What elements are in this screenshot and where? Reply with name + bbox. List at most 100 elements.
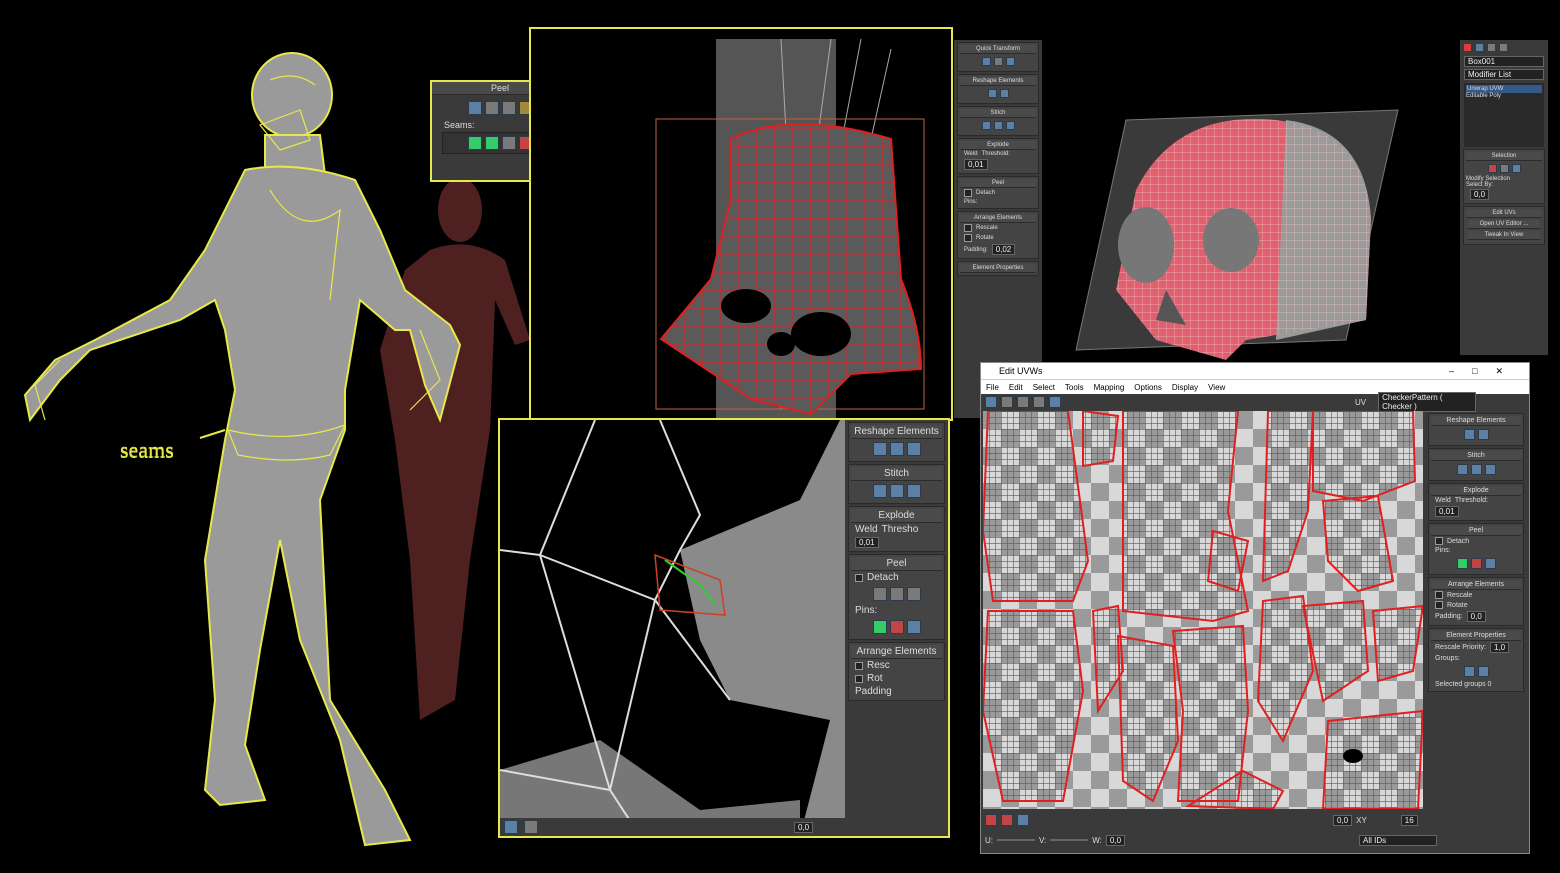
zoom-relax-icon[interactable] bbox=[889, 442, 904, 456]
point-seams-icon[interactable] bbox=[484, 136, 499, 150]
modify-icon[interactable] bbox=[1475, 43, 1484, 52]
zoom-tool-icon[interactable] bbox=[504, 820, 518, 834]
open-uv-editor-button[interactable]: Open UV Editor ... bbox=[1468, 220, 1540, 229]
menu-tools[interactable]: Tools bbox=[1065, 383, 1084, 392]
skull-model bbox=[1075, 109, 1399, 360]
stack-item-unwrap[interactable]: Unwrap UVW bbox=[1466, 85, 1542, 93]
edit-seams-icon[interactable] bbox=[467, 136, 482, 150]
uvw-stitch2-icon[interactable] bbox=[1470, 464, 1482, 475]
uvw-straighten-icon[interactable] bbox=[1463, 429, 1475, 440]
modifier-list-dropdown[interactable]: Modifier List bbox=[1464, 69, 1544, 80]
flip-icon[interactable] bbox=[993, 57, 1003, 66]
motion-icon[interactable] bbox=[1499, 43, 1508, 52]
uvw-u-label: U: bbox=[985, 835, 993, 845]
menu-view[interactable]: View bbox=[1208, 383, 1225, 392]
object-name-field[interactable]: Box001 bbox=[1464, 56, 1544, 67]
menu-select[interactable]: Select bbox=[1033, 383, 1055, 392]
rotate-tool-icon[interactable] bbox=[1001, 396, 1013, 408]
uvw-select-edge-icon[interactable] bbox=[1001, 814, 1013, 826]
window-controls[interactable]: –□✕ bbox=[1449, 366, 1521, 377]
vertex-select-icon[interactable] bbox=[1487, 164, 1497, 173]
mirror-tool-icon[interactable] bbox=[1049, 396, 1061, 408]
zoom-auto-pin-icon[interactable] bbox=[906, 620, 921, 634]
hierarchy-icon[interactable] bbox=[1487, 43, 1496, 52]
zoom-lscm-icon[interactable] bbox=[889, 587, 904, 601]
move-tool-icon[interactable] bbox=[985, 396, 997, 408]
peel-lscm-icon[interactable] bbox=[484, 101, 499, 115]
uvw-v-field[interactable] bbox=[1050, 839, 1089, 841]
checker-dropdown[interactable]: CheckerPattern ( Checker ) bbox=[1378, 392, 1477, 412]
uv-viewport-top[interactable] bbox=[529, 27, 953, 421]
stitch-avg-icon[interactable] bbox=[1005, 121, 1015, 130]
uvw-stitch1-icon[interactable] bbox=[1456, 464, 1468, 475]
edge-select-icon[interactable] bbox=[1499, 164, 1509, 173]
uvw-xy-label[interactable]: XY bbox=[1356, 816, 1367, 825]
uvw-select-vertex-icon[interactable] bbox=[985, 814, 997, 826]
uvw-rescale-checkbox[interactable] bbox=[1435, 591, 1443, 599]
zoom-pin-icon[interactable] bbox=[872, 620, 887, 634]
zoomed-viewport[interactable]: Reshape Elements Stitch Explode Weld Thre… bbox=[498, 418, 950, 838]
zoom-threshold-field[interactable]: 0,01 bbox=[855, 537, 879, 548]
uvw-detach-checkbox[interactable] bbox=[1435, 537, 1443, 545]
create-icon[interactable] bbox=[1463, 43, 1472, 52]
stitch-target-icon[interactable] bbox=[993, 121, 1003, 130]
uvw-val1-field[interactable]: 0,0 bbox=[1333, 814, 1353, 826]
zoom-unpin-icon[interactable] bbox=[889, 620, 904, 634]
uvw-unpin-icon[interactable] bbox=[1470, 558, 1482, 569]
align-icon[interactable] bbox=[981, 57, 991, 66]
uv-editor-canvas[interactable] bbox=[983, 411, 1423, 809]
select-by-field[interactable]: 0,0 bbox=[1470, 189, 1490, 200]
uvw-group-icon[interactable] bbox=[1463, 666, 1475, 677]
straighten-icon[interactable] bbox=[987, 89, 997, 98]
uvw-w-field[interactable]: 0,0 bbox=[1105, 834, 1126, 846]
convert-edge-icon[interactable] bbox=[501, 136, 516, 150]
peel-reset-icon[interactable] bbox=[501, 101, 516, 115]
uvw-autopin-icon[interactable] bbox=[1484, 558, 1496, 569]
threshold-field[interactable]: 0,01 bbox=[964, 159, 988, 170]
zoom-reset-peel-icon[interactable] bbox=[906, 587, 921, 601]
uvw-detach-label: Detach bbox=[1447, 537, 1470, 545]
zoom-value-field[interactable]: 0,0 bbox=[794, 821, 814, 833]
uvw-stitch3-icon[interactable] bbox=[1484, 464, 1496, 475]
stitch-source-icon[interactable] bbox=[981, 121, 991, 130]
uvw-select-face-icon[interactable] bbox=[1017, 814, 1029, 826]
uvw-rescale-priority-field[interactable]: 1,0 bbox=[1489, 642, 1510, 653]
zoom-rotate-checkbox[interactable] bbox=[855, 674, 863, 683]
padding-field[interactable]: 0,02 bbox=[991, 244, 1016, 255]
scale-tool-icon[interactable] bbox=[1017, 396, 1029, 408]
uvw-rotate-checkbox[interactable] bbox=[1435, 601, 1443, 609]
menu-edit[interactable]: Edit bbox=[1009, 383, 1023, 392]
tweak-in-view-button[interactable]: Tweak In View bbox=[1468, 231, 1540, 240]
zoom-stitch2-icon[interactable] bbox=[889, 484, 904, 498]
menu-display[interactable]: Display bbox=[1172, 383, 1198, 392]
zoom-rescale-checkbox[interactable] bbox=[855, 661, 863, 670]
uvw-u-field[interactable] bbox=[997, 839, 1035, 841]
poly-select-icon[interactable] bbox=[1511, 164, 1521, 173]
menu-options[interactable]: Options bbox=[1134, 383, 1162, 392]
uvw-relax-icon[interactable] bbox=[1477, 429, 1489, 440]
uvw-pin-icon[interactable] bbox=[1456, 558, 1468, 569]
menu-mapping[interactable]: Mapping bbox=[1094, 383, 1125, 392]
zoom-relax2-icon[interactable] bbox=[906, 442, 921, 456]
zoom-detach-checkbox[interactable] bbox=[855, 573, 863, 582]
zoom-stitch3-icon[interactable] bbox=[906, 484, 921, 498]
menu-file[interactable]: File bbox=[986, 383, 999, 392]
uvw-ids-dropdown[interactable]: All IDs bbox=[1359, 834, 1438, 846]
relax-icon[interactable] bbox=[999, 89, 1009, 98]
peel-quick-icon[interactable] bbox=[467, 101, 482, 115]
skull-viewport[interactable] bbox=[1046, 40, 1458, 360]
stack-item-poly[interactable]: Editable Poly bbox=[1466, 93, 1542, 99]
detach-checkbox[interactable] bbox=[964, 189, 972, 197]
rotate-checkbox[interactable] bbox=[964, 234, 972, 242]
uvw-ungroup-icon[interactable] bbox=[1477, 666, 1489, 677]
zoom-straighten-icon[interactable] bbox=[872, 442, 887, 456]
zoom-stitch1-icon[interactable] bbox=[872, 484, 887, 498]
uvw-threshold-field[interactable]: 0,01 bbox=[1435, 506, 1459, 517]
zoom-quick-peel-icon[interactable] bbox=[872, 587, 887, 601]
uvw-padding-field[interactable]: 0,0 bbox=[1466, 611, 1486, 622]
uvw-val2-field[interactable]: 16 bbox=[1400, 814, 1418, 826]
zoom-tool2-icon[interactable] bbox=[524, 820, 538, 834]
rotate-icon[interactable] bbox=[1005, 57, 1015, 66]
freeform-tool-icon[interactable] bbox=[1033, 396, 1045, 408]
rescale-checkbox[interactable] bbox=[964, 224, 972, 232]
